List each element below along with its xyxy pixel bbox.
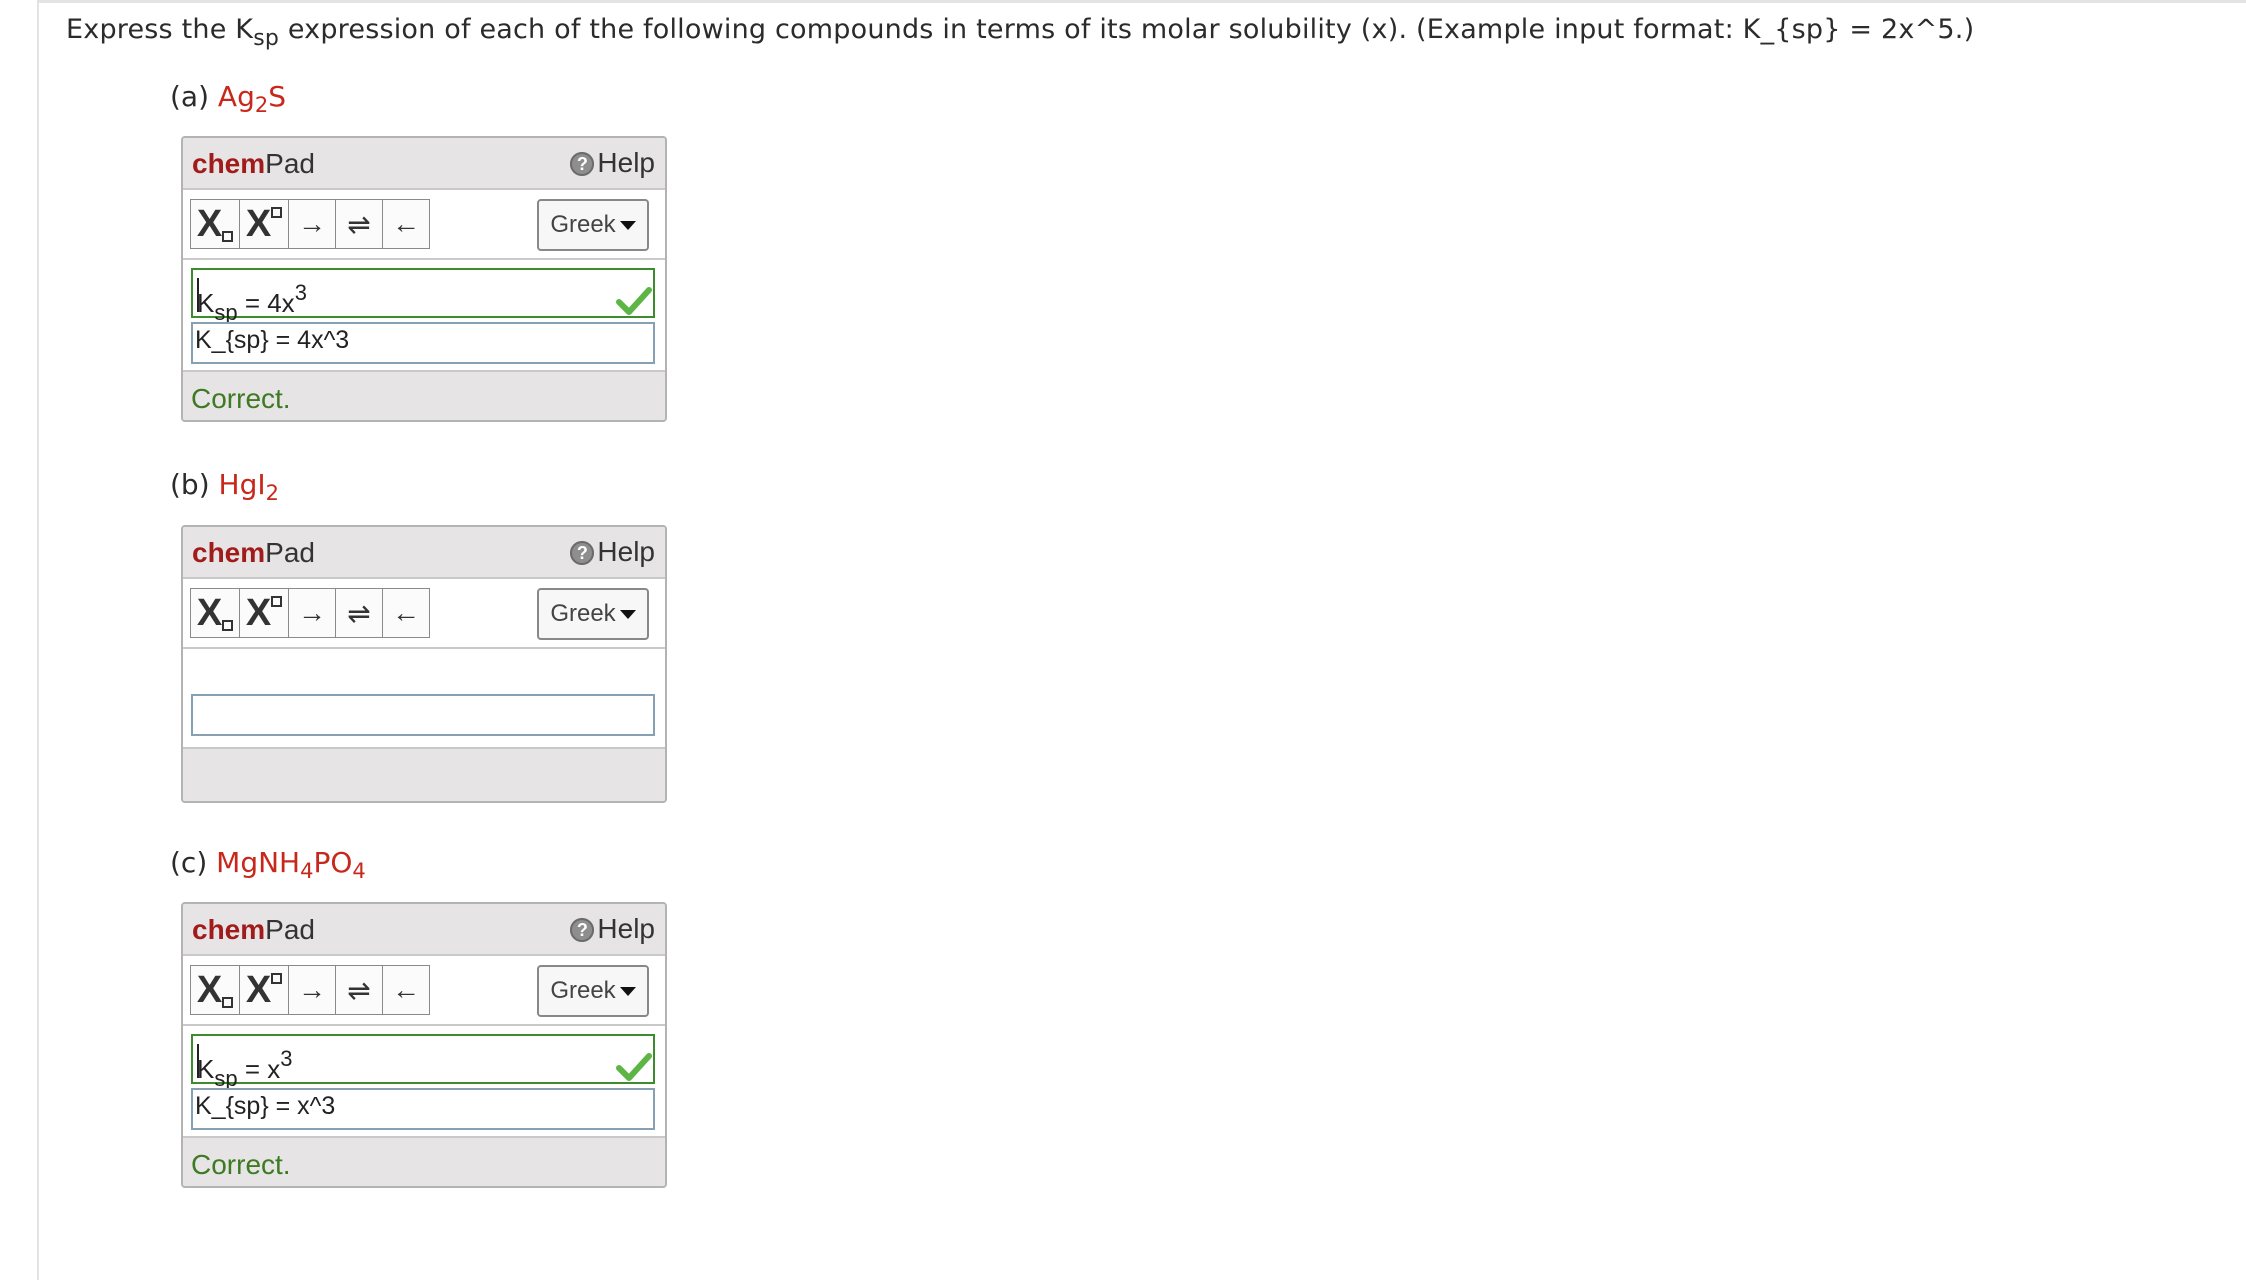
chempad-body	[183, 649, 665, 747]
chempad-header: chemPad ? Help	[183, 527, 665, 579]
question-circle-icon: ?	[570, 152, 595, 176]
chempad-c: chemPad ? Help X X → ⇌ ← Greek Ksp = x3 K…	[181, 902, 667, 1188]
caret-down-icon	[619, 986, 636, 996]
chempad-title: chemPad	[192, 148, 315, 179]
top-divider	[37, 0, 2246, 3]
compound-formula: MgNH4PO4	[216, 846, 366, 883]
subscript-button[interactable]: X	[190, 588, 240, 638]
compound-formula: HgI2	[218, 468, 279, 505]
equilibrium-arrow-button[interactable]: ⇌	[335, 199, 383, 249]
answer-input[interactable]	[191, 694, 655, 736]
chempad-footer	[183, 747, 665, 801]
feedback-text: Correct.	[191, 1149, 291, 1180]
equilibrium-arrow-button[interactable]: ⇌	[335, 965, 383, 1015]
question-circle-icon: ?	[570, 918, 595, 942]
chempad-toolbar: X X → ⇌ ← Greek	[183, 956, 665, 1026]
chempad-title: chemPad	[192, 537, 315, 568]
chempad-header: chemPad ? Help	[183, 904, 665, 956]
help-link[interactable]: ? Help	[570, 147, 655, 179]
greek-dropdown[interactable]: Greek	[537, 965, 649, 1017]
chempad-toolbar: X X → ⇌ ← Greek	[183, 579, 665, 649]
caret-down-icon	[619, 609, 636, 619]
question-text: Express the Ksp expression of each of th…	[66, 14, 1975, 51]
chempad-footer: Correct.	[183, 370, 665, 420]
chempad-footer: Correct.	[183, 1136, 665, 1186]
answer-input[interactable]: K_{sp} = x^3	[191, 1088, 655, 1130]
greek-dropdown[interactable]: Greek	[537, 588, 649, 640]
chempad-title: chemPad	[192, 914, 315, 945]
feedback-text: Correct.	[191, 383, 291, 414]
formula-display[interactable]: Ksp = 4x3	[191, 268, 655, 325]
superscript-button[interactable]: X	[239, 965, 289, 1015]
help-link[interactable]: ? Help	[570, 536, 655, 568]
caret-down-icon	[619, 220, 636, 230]
subscript-button[interactable]: X	[190, 199, 240, 249]
chempad-a: chemPad ? Help X X → ⇌ ← Greek Ksp = 4x3 …	[181, 136, 667, 422]
chempad-toolbar: X X → ⇌ ← Greek	[183, 190, 665, 260]
compound-formula: Ag2S	[217, 80, 287, 117]
equilibrium-arrow-button[interactable]: ⇌	[335, 588, 383, 638]
reaction-arrow-button[interactable]: →	[288, 588, 336, 638]
part-c-label: (c) MgNH4PO4	[170, 846, 366, 883]
chempad-body: Ksp = 4x3 K_{sp} = 4x^3	[183, 260, 665, 370]
reaction-arrow-button[interactable]: →	[288, 965, 336, 1015]
back-arrow-button[interactable]: ←	[382, 199, 430, 249]
left-divider	[37, 0, 39, 1280]
superscript-button[interactable]: X	[239, 199, 289, 249]
greek-dropdown[interactable]: Greek	[537, 199, 649, 251]
chempad-header: chemPad ? Help	[183, 138, 665, 190]
part-b-label: (b) HgI2	[170, 468, 279, 505]
subscript-button[interactable]: X	[190, 965, 240, 1015]
superscript-button[interactable]: X	[239, 588, 289, 638]
part-a-label: (a) Ag2S	[170, 80, 287, 117]
back-arrow-button[interactable]: ←	[382, 588, 430, 638]
reaction-arrow-button[interactable]: →	[288, 199, 336, 249]
checkmark-icon	[616, 1053, 652, 1081]
checkmark-icon	[616, 287, 652, 315]
chempad-body: Ksp = x3 K_{sp} = x^3	[183, 1026, 665, 1136]
answer-input[interactable]: K_{sp} = 4x^3	[191, 322, 655, 364]
formula-display[interactable]: Ksp = x3	[191, 1034, 655, 1091]
help-link[interactable]: ? Help	[570, 913, 655, 945]
chempad-b: chemPad ? Help X X → ⇌ ← Greek	[181, 525, 667, 803]
back-arrow-button[interactable]: ←	[382, 965, 430, 1015]
question-circle-icon: ?	[570, 541, 595, 565]
